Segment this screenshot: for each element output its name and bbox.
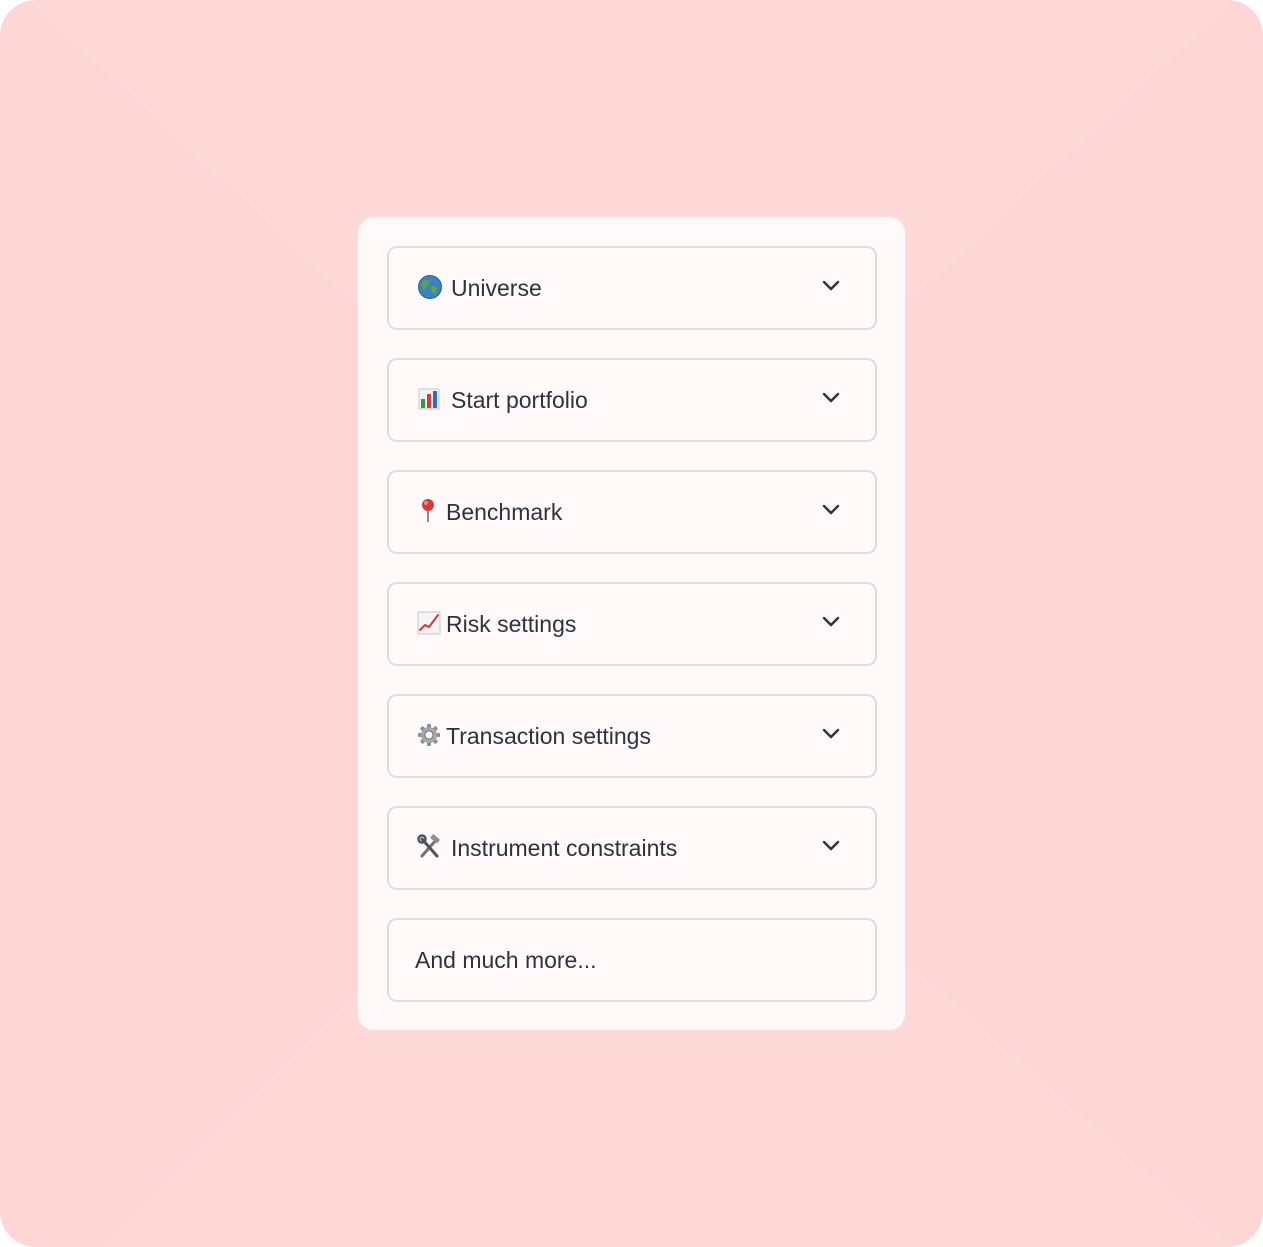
accordion-item-universe[interactable]: Universe <box>387 246 877 330</box>
accordion-item-label: Risk settings <box>446 611 577 637</box>
accordion-item-label: Instrument constraints <box>451 835 678 861</box>
settings-panel: Universe Start portfolio Benchmark Risk … <box>358 217 905 1030</box>
accordion-item-start-portfolio[interactable]: Start portfolio <box>387 358 877 442</box>
globe-icon <box>418 275 442 299</box>
round-pushpin-icon <box>422 499 434 522</box>
chart-increasing-icon <box>417 611 441 635</box>
accordion-item-label: Start portfolio <box>451 387 588 413</box>
accordion-item-instrument-constraints[interactable]: Instrument constraints <box>387 806 877 890</box>
accordion-item-label: Transaction settings <box>446 723 651 749</box>
accordion-item-risk-settings[interactable]: Risk settings <box>387 582 877 666</box>
chevron-down-icon[interactable] <box>821 614 841 630</box>
chevron-down-icon[interactable] <box>821 726 841 742</box>
chevron-down-icon[interactable] <box>821 502 841 518</box>
accordion-item-label: Benchmark <box>446 499 563 525</box>
accordion-item-transaction-settings[interactable]: Transaction settings <box>387 694 877 778</box>
bar-chart-icon <box>418 388 440 410</box>
accordion-item-more[interactable]: And much more... <box>387 918 877 1002</box>
chevron-down-icon[interactable] <box>821 390 841 406</box>
gear-icon <box>418 724 440 746</box>
chevron-down-icon[interactable] <box>821 838 841 854</box>
hammer-and-wrench-icon <box>417 834 440 858</box>
background-canvas: Universe Start portfolio Benchmark Risk … <box>0 0 1263 1247</box>
accordion-item-label: And much more... <box>415 947 597 973</box>
accordion-item-benchmark[interactable]: Benchmark <box>387 470 877 554</box>
chevron-down-icon[interactable] <box>821 278 841 294</box>
accordion-item-label: Universe <box>451 275 542 301</box>
